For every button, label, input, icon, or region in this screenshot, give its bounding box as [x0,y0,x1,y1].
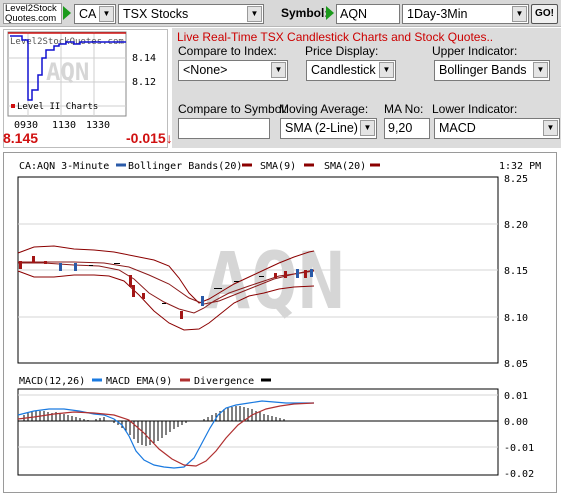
macd-ema-legend-label: MACD EMA(9) [106,376,172,387]
candle [74,263,77,271]
candle [89,265,93,266]
candle [32,256,35,263]
price-axis: 8.25 8.20 8.15 8.10 8.05 [504,174,528,370]
candle [214,288,222,289]
candle [132,285,135,297]
mini-y-tick: 8.12 [132,77,156,88]
macd-tick: 0.01 [504,391,528,402]
lower-indicator-value: MACD [439,121,476,135]
ma-no-label: MA No: [384,102,424,116]
price-tick: 8.20 [504,220,528,231]
chevron-down-icon[interactable]: ▼ [543,120,558,136]
symbol-arrow-icon [326,6,334,20]
chevron-down-icon[interactable]: ▼ [379,62,394,78]
chevron-down-icon[interactable]: ▼ [99,6,114,22]
compare-index-label: Compare to Index: [178,44,277,58]
compare-symbol-label: Compare to Symbol: [178,102,288,116]
candle [274,273,277,278]
candle [180,311,183,319]
market-select[interactable]: TSX Stocks ▼ [118,4,264,24]
mini-legend-text: Level II Charts [17,102,98,112]
macd-tick: -0.02 [504,469,534,480]
macd-tick: -0.01 [504,443,534,454]
moving-average-value: SMA (2-Line) [285,121,358,135]
mini-legend-swatch [11,104,15,108]
candle [304,270,307,278]
candle [19,261,22,269]
price-display-select[interactable]: Candlestick ▼ [306,60,396,81]
price-display-label: Price Display: [305,44,379,58]
price-watermark: AQN [204,237,345,327]
chart-controls: Live Real-Time TSX Candlestick Charts an… [172,28,561,148]
country-value: CA [79,7,97,21]
price-change: -0.015↓ [126,130,173,146]
logo-line2: Quotes.com [5,13,57,24]
price-tick: 8.15 [504,266,528,277]
timeframe-select[interactable]: 1Day-3Min ▼ [402,4,529,24]
candle [310,269,313,277]
upper-indicator-value: Bollinger Bands [439,63,527,77]
site-logo[interactable]: Level2Stock Quotes.com [3,3,62,24]
macd-tick: 0.00 [504,417,528,428]
mini-x-tick: 1330 [86,120,110,131]
lower-indicator-select[interactable]: MACD ▼ [434,118,560,139]
candle [114,263,120,264]
market-value: TSX Stocks [123,7,189,21]
divergence-legend-label: Divergence [194,376,254,387]
compare-index-value: <None> [183,63,228,77]
moving-average-label: Moving Average: [279,102,369,116]
chart-time: 1:32 PM [499,161,541,172]
upper-indicator-label: Upper Indicator: [432,44,518,58]
chevron-down-icon[interactable]: ▼ [271,62,286,78]
compare-index-select[interactable]: <None> ▼ [178,60,288,81]
ma-no-input[interactable]: 9,20 [384,118,430,139]
mini-x-tick: 1130 [52,120,76,131]
last-price: 8.145 [3,130,39,146]
timeframe-value: 1Day-3Min [407,7,468,21]
legend-bb-label: Bollinger Bands(20) [128,161,242,172]
candle [234,281,239,282]
price-tick: 8.05 [504,359,528,370]
upper-indicator-select[interactable]: Bollinger Bands ▼ [434,60,550,81]
candle [59,263,62,271]
top-toolbar: Level2Stock Quotes.com CA ▼ TSX Stocks ▼… [0,0,561,27]
country-select[interactable]: CA ▼ [74,4,116,24]
macd-axis: 0.01 0.00 -0.01 -0.02 [504,391,534,480]
chevron-down-icon[interactable]: ▼ [247,6,262,22]
compare-symbol-input[interactable] [178,118,270,139]
candle [296,269,299,278]
chevron-down-icon[interactable]: ▼ [512,6,527,22]
chevron-down-icon[interactable]: ▼ [533,62,548,78]
main-chart: CA:AQN 3-Minute Bollinger Bands(20) SMA(… [3,152,557,493]
mini-watermark: AQN [46,58,89,86]
symbol-input[interactable]: AQN [336,4,400,24]
candle [162,303,166,304]
candle [284,271,287,278]
candle [129,275,132,287]
go-button[interactable]: GO! [531,4,558,24]
candle [44,261,47,264]
logo-arrow-icon [63,6,71,20]
legend-sma20-label: SMA(20) [324,161,366,172]
candle [142,293,145,299]
live-banner-link[interactable]: Live Real-Time TSX Candlestick Charts an… [177,30,493,44]
price-change-value: -0.015 [126,130,166,146]
macd-legend-label: MACD(12,26) [19,376,85,387]
symbol-label: Symbol: [281,6,329,20]
candle [201,296,204,306]
legend-sma9-label: SMA(9) [260,161,296,172]
mini-y-tick: 8.14 [132,53,156,64]
price-tick: 8.25 [504,174,528,185]
chart-title: CA:AQN 3-Minute [19,161,109,172]
price-tick: 8.10 [504,313,528,324]
chevron-down-icon[interactable]: ▼ [360,120,375,136]
candle [259,276,264,277]
main-chart-svg: CA:AQN 3-Minute Bollinger Bands(20) SMA(… [17,161,541,480]
moving-average-select[interactable]: SMA (2-Line) ▼ [280,118,377,139]
price-display-value: Candlestick [311,63,376,77]
lower-indicator-label: Lower Indicator: [432,102,518,116]
